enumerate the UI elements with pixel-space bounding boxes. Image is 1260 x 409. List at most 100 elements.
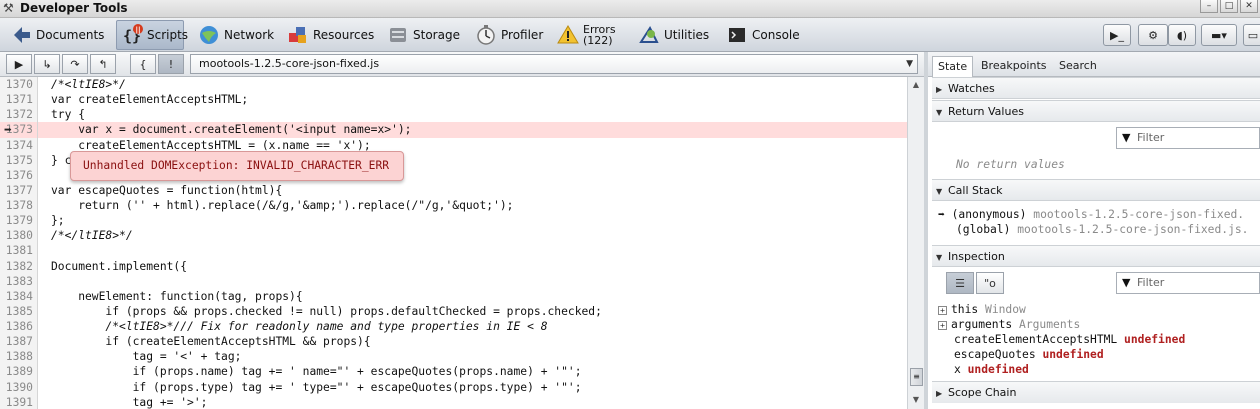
prototype-icon: "o: [984, 276, 996, 290]
tab-console[interactable]: Console: [722, 20, 804, 50]
more-button[interactable]: ▭: [1243, 24, 1260, 46]
sidebar-tabs: State Breakpoints Search: [928, 52, 1260, 77]
scope-chain-section-header[interactable]: ▶ Scope Chain: [932, 381, 1260, 403]
source-code-view[interactable]: 1370/*<ltIE8>*/ 1371 var createElementAcc…: [0, 77, 907, 409]
step-into-icon: ↳: [42, 57, 52, 71]
code-line: 1372 try {: [0, 107, 907, 123]
resources-icon: [287, 24, 309, 46]
return-values-filter-input[interactable]: ▼ Filter: [1116, 127, 1260, 149]
code-line: 1370/*<ltIE8>*/: [0, 77, 907, 93]
tab-resources[interactable]: Resources: [283, 20, 378, 50]
scroll-down-icon[interactable]: ▼: [910, 395, 922, 405]
play-icon: ▶: [14, 57, 24, 71]
code-line: 1385 if (props && props.checked != null)…: [0, 303, 907, 319]
call-stack-frame[interactable]: ➡ (anonymous) mootools-1.2.5-core-json-f…: [938, 208, 1244, 221]
expand-triangle-icon: ▶: [936, 389, 943, 398]
code-line: 1387 if (createElementAcceptsHTML && pro…: [0, 334, 907, 350]
scroll-up-icon[interactable]: ▲: [910, 80, 922, 90]
close-button[interactable]: ✕: [1240, 0, 1258, 13]
code-line: 1388 tag = '<' + tag;: [0, 349, 907, 365]
code-line: 1380/*</ltIE8>*/: [0, 228, 907, 244]
audio-button[interactable]: ◖): [1168, 24, 1196, 46]
step-over-icon: ↷: [70, 57, 80, 71]
scripts-paused-badge: ||: [136, 26, 141, 35]
scripts-toolbar: ▶ ↳ ↷ ↰ { ! mootools-1.2.5-core-json-fix…: [0, 52, 924, 77]
step-out-button[interactable]: ↰: [90, 54, 116, 74]
errors-icon: [557, 24, 579, 46]
code-line: 1390 if (props.type) tag += ' type="' + …: [0, 379, 907, 395]
code-line: 1389 if (props.name) tag += ' name="' + …: [0, 364, 907, 380]
console-toggle-icon: ▶_: [1110, 28, 1124, 42]
filter-icon: ▼: [1122, 276, 1131, 289]
inspection-var: createElementAcceptsHTML undefined: [954, 333, 1186, 346]
inspection-var: escapeQuotes undefined: [954, 348, 1104, 361]
scrollbar-thumb[interactable]: ≡: [910, 368, 923, 386]
more-icon: ▭: [1247, 28, 1259, 42]
storage-icon: [387, 24, 409, 46]
step-over-button[interactable]: ↷: [62, 54, 88, 74]
tab-utilities[interactable]: Utilities: [634, 20, 713, 50]
tab-errors[interactable]: Errors (122): [553, 20, 620, 50]
code-line: 1379};: [0, 213, 907, 229]
pretty-print-button[interactable]: {: [130, 54, 156, 74]
code-line: 1371 var createElementAcceptsHTML;: [0, 92, 907, 108]
inspection-prototype-button[interactable]: "o: [976, 272, 1004, 294]
current-execution-line: 1373 ➡ var x = document.createElement('<i…: [0, 122, 907, 139]
inspection-var: x undefined: [954, 363, 1029, 376]
expand-plus-icon[interactable]: +: [938, 305, 947, 315]
current-frame-arrow-icon: ➡: [938, 208, 945, 221]
exception-popup: Unhandled DOMException: INVALID_CHARACTE…: [70, 151, 404, 181]
collapse-triangle-icon: ▼: [936, 108, 943, 117]
window-title: Developer Tools: [20, 1, 128, 15]
inspection-section-header[interactable]: ▼ Inspection: [932, 245, 1260, 267]
inspection-var-arguments[interactable]: + arguments Arguments: [938, 318, 1080, 331]
step-into-button[interactable]: ↳: [34, 54, 60, 74]
watches-section-header[interactable]: ▶ Watches: [932, 77, 1260, 99]
audio-icon: ◖): [1176, 28, 1188, 42]
execution-arrow-icon: ➡: [4, 123, 12, 139]
code-scrollbar[interactable]: ▲ ≡ ▼: [907, 77, 924, 409]
pretty-print-icon: {: [139, 57, 147, 71]
window-button[interactable]: ▬▾: [1201, 24, 1237, 46]
call-stack-frame[interactable]: (global) mootools-1.2.5-core-json-fixed.…: [956, 223, 1248, 236]
collapse-triangle-icon: ▼: [936, 187, 943, 196]
tab-search[interactable]: Search: [1054, 56, 1102, 77]
errors-count: (122): [583, 34, 613, 47]
call-stack-section-header[interactable]: ▼ Call Stack: [932, 179, 1260, 201]
settings-button[interactable]: ⚙: [1138, 24, 1168, 46]
continue-button[interactable]: ▶: [6, 54, 32, 74]
minimize-button[interactable]: –: [1200, 0, 1218, 13]
console-toggle-button[interactable]: ▶_: [1103, 24, 1131, 46]
expand-plus-icon[interactable]: +: [938, 320, 947, 330]
settings-icon: ⚙: [1148, 28, 1158, 42]
window-titlebar: ⚒ Developer Tools – □ ✕: [0, 0, 1260, 18]
return-values-section-header[interactable]: ▼ Return Values: [932, 100, 1260, 122]
scripts-icon: {} ||: [121, 24, 143, 46]
collapse-triangle-icon: ▼: [936, 253, 943, 262]
tab-scripts[interactable]: {} || Scripts: [116, 20, 188, 50]
code-line: 1381: [0, 243, 907, 259]
tab-breakpoints[interactable]: Breakpoints: [976, 56, 1052, 77]
code-line: 1378 return ('' + html).replace(/&/g,'&a…: [0, 198, 907, 214]
break-on-error-button[interactable]: !: [158, 54, 184, 74]
tab-documents[interactable]: Documents: [6, 20, 108, 50]
tab-profiler[interactable]: Profiler: [471, 20, 547, 50]
tools-icon: ⚒: [3, 1, 14, 15]
tab-network[interactable]: Network: [194, 20, 278, 50]
code-line: 1377 var escapeQuotes = function(html){: [0, 182, 907, 198]
chevron-down-icon: ▼: [906, 59, 913, 69]
tab-state[interactable]: State: [932, 56, 974, 77]
inspection-var-this[interactable]: + this Window: [938, 303, 1026, 316]
maximize-button[interactable]: □: [1220, 0, 1238, 13]
tab-storage[interactable]: Storage: [383, 20, 464, 50]
console-icon: [726, 24, 748, 46]
inspection-view-button[interactable]: ☰: [946, 272, 974, 294]
file-select[interactable]: mootools-1.2.5-core-json-fixed.js ▼: [190, 54, 918, 74]
scripts-panel: ▶ ↳ ↷ ↰ { ! mootools-1.2.5-core-json-fix…: [0, 52, 924, 409]
profiler-icon: [475, 24, 497, 46]
documents-icon: [10, 24, 32, 46]
inspection-filter-input[interactable]: ▼ Filter: [1116, 272, 1260, 294]
code-line: 1384 newElement: function(tag, props){: [0, 288, 907, 304]
break-on-error-icon: !: [168, 57, 174, 71]
network-icon: [198, 24, 220, 46]
